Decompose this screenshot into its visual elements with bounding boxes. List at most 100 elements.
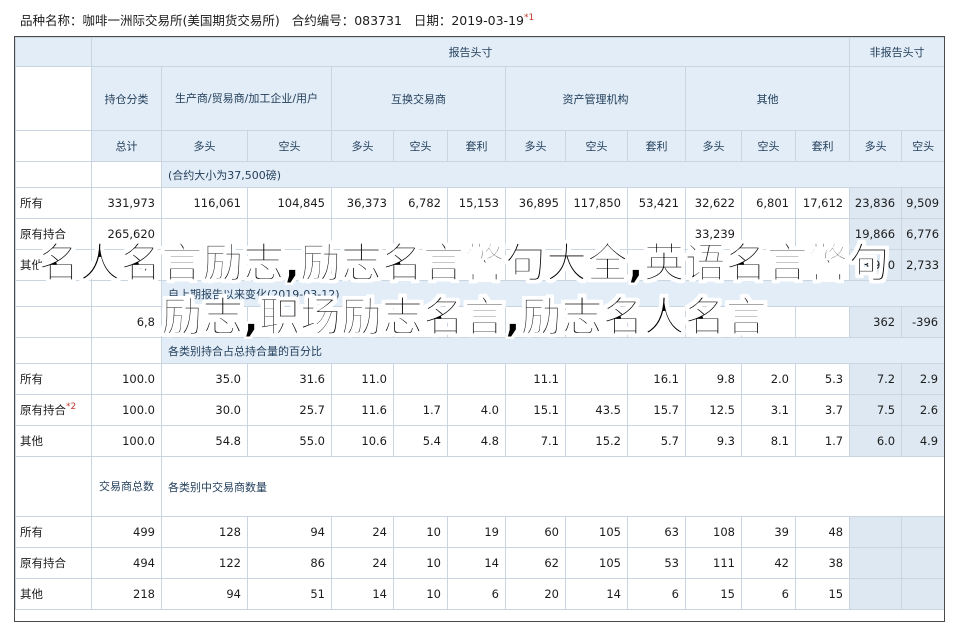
table-cell: 494: [91, 547, 162, 579]
table-cell: 14: [565, 578, 628, 610]
table-cell: 10.6: [331, 425, 394, 457]
swap-short: 空头: [393, 130, 448, 162]
table-cell: 86: [247, 547, 332, 579]
table-cell: 10: [393, 578, 448, 610]
table-cell: 32,622: [685, 187, 742, 219]
table-cell: 10: [393, 547, 448, 579]
table-row: 所有 331,973 116,061 104,845 36,373 6,782 15,153…: [15, 187, 944, 219]
other-spread: 套利: [794, 130, 851, 162]
row-label: 所有: [15, 187, 92, 219]
row-label: 原有持合*2: [15, 394, 92, 426]
table-cell: [393, 363, 448, 395]
table-cell: 7.2: [849, 363, 903, 395]
producer-long: 多头: [161, 130, 248, 162]
table-cell: 6.0: [849, 425, 903, 457]
row-label: 所有: [15, 363, 92, 395]
table-cell: 2.0: [741, 363, 796, 395]
table-cell: 6: [447, 578, 506, 610]
row-label-blank: [15, 161, 92, 188]
table-row: 所有 499 128 94 24 10 19 60 105 63 108 39 48: [15, 516, 944, 548]
table-cell: [901, 547, 944, 579]
row-label-blank: [15, 130, 92, 162]
money-spread: 套利: [627, 130, 686, 162]
other-short: 空头: [741, 130, 796, 162]
table-cell: 100.0: [91, 425, 162, 457]
table-cell: 43.5: [565, 394, 628, 426]
table-cell: 94: [247, 516, 332, 548]
col-other: 其他: [684, 66, 851, 131]
table-cell: 15: [685, 578, 742, 610]
table-cell: 11.1: [505, 363, 566, 395]
table-cell: 15.7: [627, 394, 686, 426]
table-cell: 1.7: [794, 425, 851, 457]
watermark-title: 名人名言励志,励志名言警句大全,英语名言警句 励志,职场励志名言,励志名人名言: [38, 239, 890, 342]
table-cell: 111: [685, 547, 742, 579]
nonreportable-blank: [849, 66, 944, 131]
table-cell: 9,509: [901, 187, 944, 219]
table-cell: 105: [565, 516, 628, 548]
table-cell: 5.3: [794, 363, 851, 395]
table-cell: 1.7: [393, 394, 448, 426]
table-cell: [447, 363, 506, 395]
table-cell: 14: [447, 547, 506, 579]
col-producer: 生产商/贸易商/加工企业/用户: [161, 66, 332, 131]
table-cell: 15,153: [447, 187, 506, 219]
table-cell: 14: [331, 578, 394, 610]
table-cell: 19: [447, 516, 506, 548]
table-cell: 15: [794, 578, 851, 610]
corner-cell: [15, 37, 92, 67]
row-label: 其他: [15, 578, 92, 610]
table-cell: 30.0: [161, 394, 248, 426]
percent-rows: 所有 100.0 35.0 31.6 11.0 11.1 16.1 9.8 2.0 5.3 7.2 2…: [15, 363, 944, 457]
col-money: 资产管理机构: [505, 66, 686, 131]
table-row: 其他 100.0 54.8 55.0 10.6 5.4 4.8 7.1 15.2 5.7 9.3 8.…: [15, 425, 944, 457]
contract-code: 合约编号：083731: [291, 13, 402, 28]
table-cell: 15.1: [505, 394, 566, 426]
table-cell: 6,782: [393, 187, 448, 219]
money-short: 空头: [565, 130, 628, 162]
table-cell: 2.6: [901, 394, 944, 426]
table-cell: [901, 516, 944, 548]
group-nonreportable: 非报告头寸: [849, 37, 944, 67]
row-label-blank: [15, 456, 92, 517]
table-cell: 31.6: [247, 363, 332, 395]
table-cell: [565, 363, 628, 395]
table-cell: 5.7: [627, 425, 686, 457]
table-cell: 63: [627, 516, 686, 548]
nonrep-short: 空头: [901, 130, 944, 162]
traders-rows: 所有 499 128 94 24 10 19 60 105 63 108 39 48 原有持合 494 122…: [15, 516, 944, 610]
table-cell: 8.1: [741, 425, 796, 457]
table-cell: 9.3: [685, 425, 742, 457]
table-cell: 3.1: [741, 394, 796, 426]
table-cell: [849, 578, 903, 610]
table-cell: 4.9: [901, 425, 944, 457]
table-cell: 39: [741, 516, 796, 548]
row-footnote: *2: [66, 402, 77, 413]
table-cell: 3.7: [794, 394, 851, 426]
row-label-blank: [15, 66, 92, 131]
money-long: 多头: [505, 130, 566, 162]
table-cell: 17,612: [794, 187, 851, 219]
swap-long: 多头: [331, 130, 394, 162]
table-cell: 9.8: [685, 363, 742, 395]
table-cell: 105: [565, 547, 628, 579]
table-cell: [849, 516, 903, 548]
producer-short: 空头: [247, 130, 332, 162]
table-cell: 5.4: [393, 425, 448, 457]
table-cell: 24: [331, 547, 394, 579]
nonrep-long: 多头: [849, 130, 903, 162]
table-cell: 51: [247, 578, 332, 610]
table-cell: 25.7: [247, 394, 332, 426]
table-cell: 122: [161, 547, 248, 579]
report-header: 品种名称：咖啡一洲际交易所(美国期货交易所) 合约编号：083731 日期：20…: [20, 10, 534, 29]
table-cell: 108: [685, 516, 742, 548]
table-cell: 23,836: [849, 187, 903, 219]
table-row: 原有持合*2 100.0 30.0 25.7 11.6 1.7 4.0 15.1 43.5 15.…: [15, 394, 944, 426]
table-cell: 2.9: [901, 363, 944, 395]
table-cell: 36,895: [505, 187, 566, 219]
table-cell: [901, 578, 944, 610]
table-cell: 48: [794, 516, 851, 548]
section-contract-size: (合约大小为37,500磅): [160, 161, 944, 188]
table-row: 所有 100.0 35.0 31.6 11.0 11.1 16.1 9.8 2.0 5.3 7.2 2…: [15, 363, 944, 395]
table-cell: 24: [331, 516, 394, 548]
